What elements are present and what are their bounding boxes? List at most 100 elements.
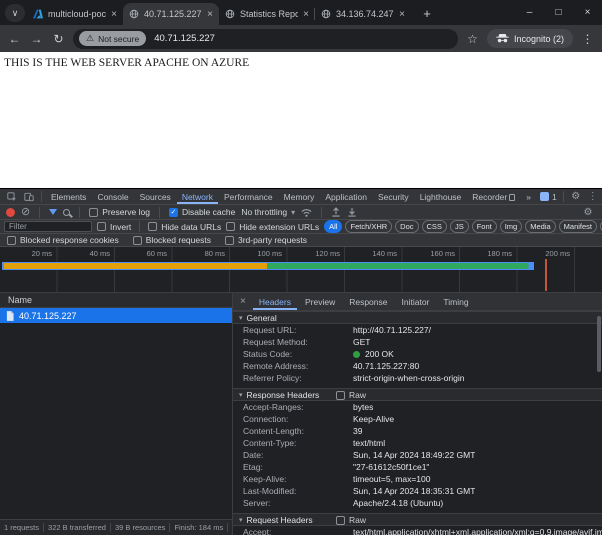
response-headers-section-header[interactable]: ▾ Response Headers Raw [233,388,602,401]
filter-pill-img[interactable]: Img [500,220,523,233]
triangle-expanded-icon: ▾ [239,314,243,322]
network-toolbar: ⊘ Preserve log ✓ Disable cache No thrott… [0,205,602,220]
browser-tab-multicloud[interactable]: multicloud-poc-machine × [27,3,123,25]
forward-button[interactable]: → [29,32,44,46]
devtools-menu-button[interactable]: ⋮ [585,191,601,202]
url-text: 40.71.125.227 [154,33,215,44]
reload-button[interactable]: ↻ [51,32,66,46]
tab-elements[interactable]: Elements [46,190,91,204]
tab-performance[interactable]: Performance [219,190,278,204]
request-type-filters: All Fetch/XHR Doc CSS JS Font Img Media … [324,220,602,233]
search-icon[interactable] [63,209,70,216]
preserve-log-checkbox[interactable]: Preserve log [89,207,150,217]
throttling-select[interactable]: No throttling ▾ [241,207,295,217]
tab-sources[interactable]: Sources [135,190,176,204]
blocked-requests-checkbox[interactable]: Blocked requests [133,235,211,245]
close-tab-icon[interactable]: × [111,9,117,20]
filter-pill-all[interactable]: All [324,220,342,233]
timeline-tick: 40 ms [70,249,110,258]
hide-extension-urls-label: Hide extension URLs [239,222,319,232]
tab-security[interactable]: Security [373,190,414,204]
inspect-element-icon[interactable] [4,192,20,202]
filter-pill-css[interactable]: CSS [422,220,447,233]
details-tab-bar: × Headers Preview Response Initiator Tim… [233,293,602,311]
header-value: timeout=5, max=100 [353,473,431,485]
scrollbar-thumb[interactable] [597,316,601,372]
back-button[interactable]: ← [7,32,22,46]
invert-checkbox[interactable]: Invert [97,222,131,232]
window-controls: – □ × [515,0,602,25]
overview-waterfall-bar [2,262,534,270]
browser-menu-button[interactable]: ⋮ [580,32,595,46]
tab-application[interactable]: Application [320,190,372,204]
export-har-icon[interactable] [347,207,357,217]
hide-extension-urls-checkbox[interactable]: Hide extension URLs [226,222,319,232]
record-network-log-button[interactable] [6,208,15,217]
browser-tab-webserver[interactable]: 40.71.125.227 × [123,3,219,25]
tab-console[interactable]: Console [92,190,133,204]
raw-checkbox[interactable]: Raw [336,515,366,525]
third-party-requests-checkbox[interactable]: 3rd-party requests [225,235,307,245]
not-secure-chip[interactable]: ⚠ Not secure [79,31,146,46]
tab-preview[interactable]: Preview [299,294,341,310]
import-har-icon[interactable] [331,207,341,217]
close-details-button[interactable]: × [240,296,246,307]
request-row[interactable]: 40.71.125.227 [0,308,232,323]
network-conditions-icon[interactable] [301,207,312,218]
network-settings-button[interactable]: ⚙ [580,207,596,218]
general-section-header[interactable]: ▾ General [233,311,602,324]
issues-button[interactable]: 1 [538,192,559,202]
filter-pill-font[interactable]: Font [472,220,497,233]
filter-icon[interactable] [49,209,57,215]
scrollbar[interactable] [597,312,601,534]
address-bar[interactable]: ⚠ Not secure 40.71.125.227 [73,29,458,49]
close-tab-icon[interactable]: × [399,9,405,20]
hide-data-urls-checkbox[interactable]: Hide data URLs [148,222,221,232]
divider [79,207,80,218]
tab-recorder[interactable]: Recorder [467,190,520,204]
tab-memory[interactable]: Memory [279,190,320,204]
devtools-settings-button[interactable]: ⚙ [568,191,584,202]
tab-lighthouse[interactable]: Lighthouse [415,190,467,204]
minimize-button[interactable]: – [515,7,544,18]
tab-headers[interactable]: Headers [253,294,297,310]
disable-cache-checkbox[interactable]: ✓ Disable cache [169,207,235,217]
tab-timing[interactable]: Timing [437,294,474,310]
filter-pill-js[interactable]: JS [450,220,469,233]
header-key: Accept-Ranges: [243,401,353,413]
raw-checkbox[interactable]: Raw [336,390,366,400]
more-tabs-button[interactable]: » [521,190,536,204]
name-column-header[interactable]: Name [0,293,232,308]
tab-search-button[interactable]: ∨ [5,4,25,22]
new-tab-button[interactable]: + [417,3,437,23]
filter-pill-fetch-xhr[interactable]: Fetch/XHR [345,220,392,233]
maximize-button[interactable]: □ [544,7,573,18]
header-row: Remote Address: 40.71.125.227:80 [233,360,602,372]
device-toolbar-icon[interactable] [21,192,37,202]
filter-pill-doc[interactable]: Doc [395,220,418,233]
filter-pill-media[interactable]: Media [525,220,555,233]
tab-response[interactable]: Response [343,294,393,310]
header-row: Request Method: GET [233,336,602,348]
divider [41,191,42,202]
header-key: Last-Modified: [243,485,353,497]
network-filter-bar: Invert Hide data URLs Hide extension URL… [0,220,602,234]
filter-pill-manifest[interactable]: Manifest [559,220,597,233]
network-overview[interactable]: 20 ms 40 ms 60 ms 80 ms 100 ms 120 ms 14… [0,247,602,293]
browser-tab-haproxy-ip[interactable]: 34.136.74.247 × [315,3,411,25]
timeline-tick: 120 ms [300,249,340,258]
tab-network[interactable]: Network [177,190,218,204]
close-tab-icon[interactable]: × [207,9,213,20]
header-value: strict-origin-when-cross-origin [353,372,464,384]
filter-input[interactable] [4,221,92,232]
clear-network-log-button[interactable]: ⊘ [21,207,30,217]
tab-initiator[interactable]: Initiator [396,294,436,310]
header-row: Referrer Policy: strict-origin-when-cros… [233,372,602,384]
blocked-response-cookies-checkbox[interactable]: Blocked response cookies [7,235,119,245]
request-headers-section-header[interactable]: ▾ Request Headers Raw [233,513,602,526]
browser-tab-statistics[interactable]: Statistics Report for HAP × [219,3,315,25]
bookmark-star-icon[interactable]: ☆ [465,32,480,46]
close-window-button[interactable]: × [573,7,602,18]
close-tab-icon[interactable]: × [303,9,309,20]
header-key: Connection: [243,413,353,425]
